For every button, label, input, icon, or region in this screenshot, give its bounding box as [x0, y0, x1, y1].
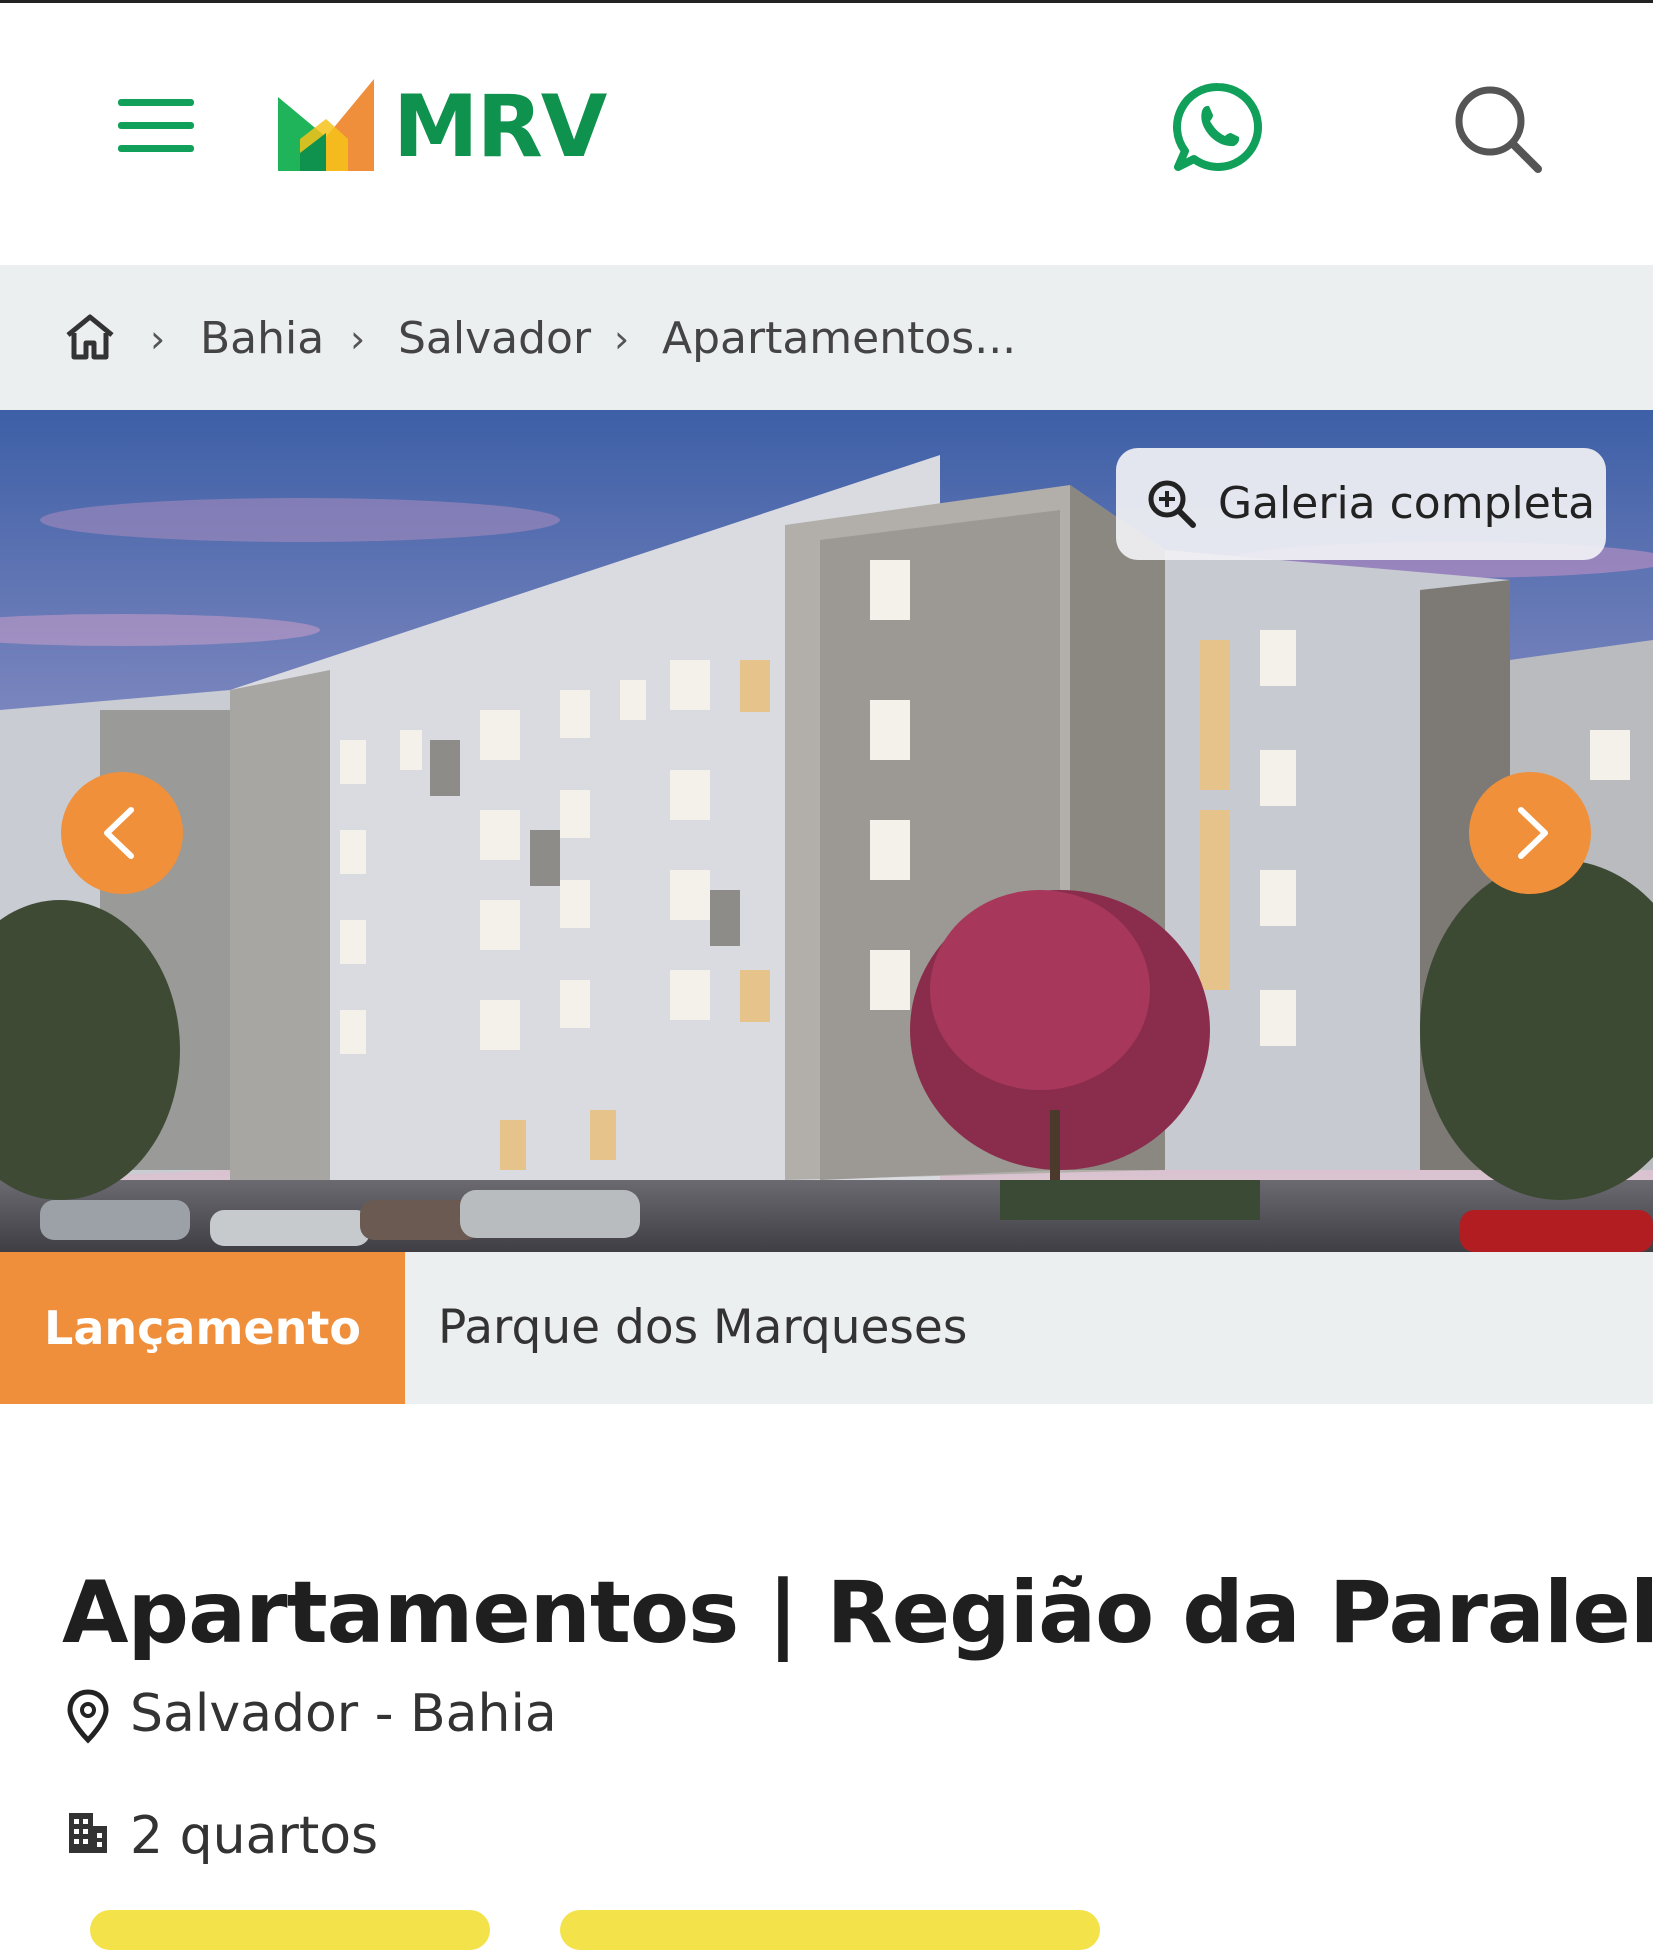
photo-carousel[interactable]: Galeria completa	[0, 410, 1653, 1252]
menu-icon[interactable]	[118, 99, 194, 153]
breadcrumb-item-bahia[interactable]: Bahia	[200, 311, 324, 367]
status-badge-label: Lançamento	[44, 1301, 361, 1355]
chevron-right-icon	[1518, 807, 1548, 859]
brand-logo[interactable]: MRV	[278, 77, 618, 177]
building-icon	[69, 1813, 107, 1853]
zoom-in-icon	[1148, 480, 1196, 528]
search-icon[interactable]	[1450, 81, 1546, 177]
breadcrumb-separator: ›	[614, 317, 630, 361]
carousel-prev-button[interactable]	[61, 772, 183, 894]
page-title: Apartamentos | Região da Paralela	[62, 1562, 1653, 1663]
logo-text: MRV	[393, 77, 607, 177]
chevron-left-icon	[104, 807, 134, 859]
breadcrumb: › Bahia › Salvador › Apartamentos...	[0, 265, 1653, 410]
feature-pill[interactable]	[560, 1910, 1100, 1950]
breadcrumb-separator: ›	[150, 317, 166, 361]
location-text: Salvador - Bahia	[130, 1684, 557, 1744]
breadcrumb-item-salvador[interactable]: Salvador	[398, 311, 591, 367]
development-name: Parque dos Marqueses	[438, 1300, 968, 1355]
logo-mark-icon	[278, 79, 374, 171]
home-icon[interactable]	[64, 313, 116, 361]
full-gallery-button[interactable]: Galeria completa	[1116, 448, 1606, 560]
carousel-next-button[interactable]	[1469, 772, 1591, 894]
breadcrumb-item-current: Apartamentos...	[662, 313, 1017, 364]
full-gallery-label: Galeria completa	[1218, 478, 1596, 529]
listing-tag-bar: Lançamento Parque dos Marqueses	[0, 1252, 1653, 1404]
feature-pill[interactable]	[90, 1910, 490, 1950]
site-header: MRV	[0, 3, 1653, 265]
whatsapp-icon[interactable]	[1172, 81, 1264, 173]
status-badge: Lançamento	[0, 1252, 405, 1404]
rooms-count: 2 quartos	[130, 1806, 379, 1866]
breadcrumb-separator: ›	[350, 317, 366, 361]
location-pin-icon	[67, 1689, 109, 1744]
